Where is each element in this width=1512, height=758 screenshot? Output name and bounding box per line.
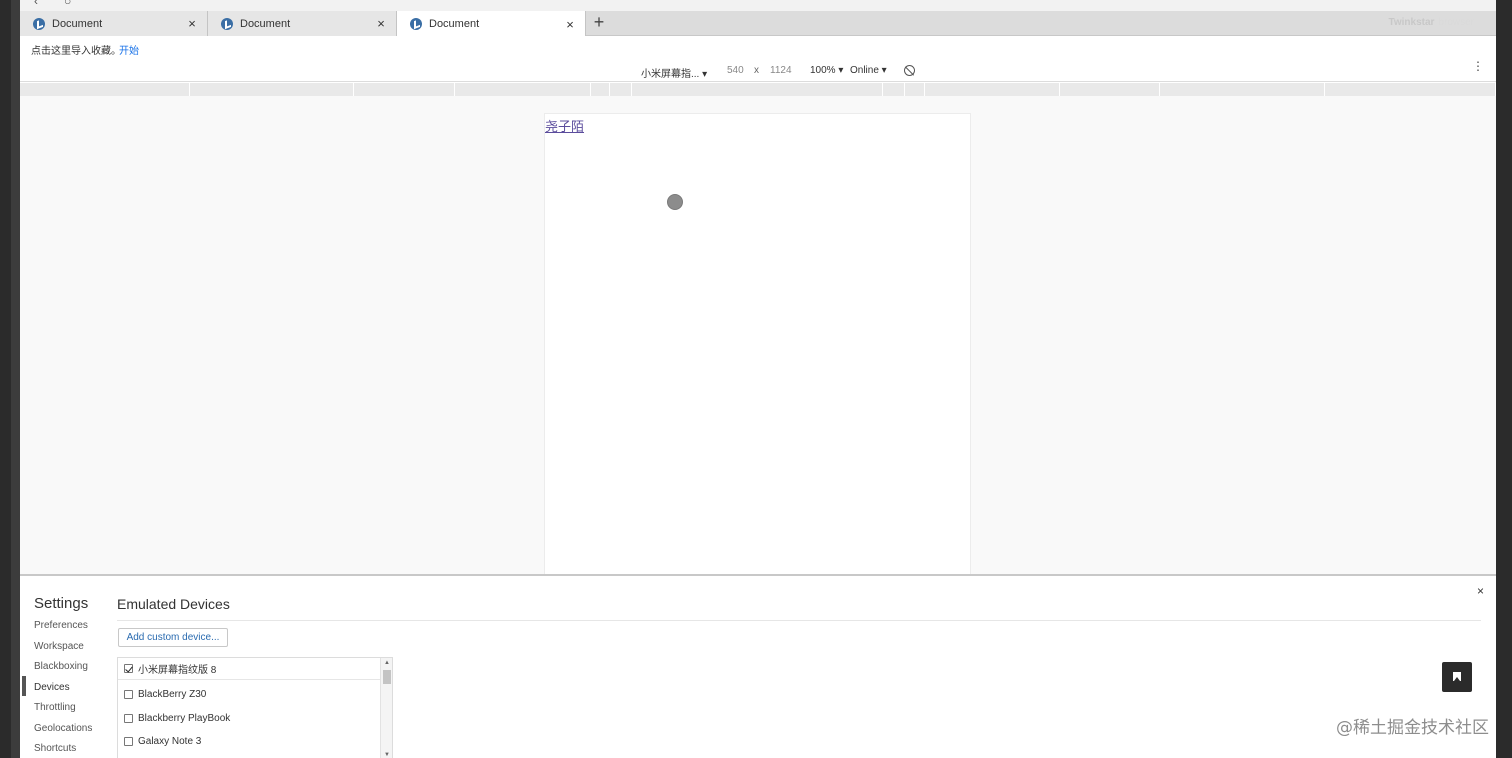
settings-panel: Settings Preferences Workspace Blackboxi… (20, 574, 1496, 758)
media-query-bar[interactable] (925, 83, 1060, 96)
nav-blackboxing[interactable]: Blackboxing (34, 661, 88, 672)
media-query-bar[interactable] (354, 83, 455, 96)
network-throttle-select[interactable]: Online ▾ (850, 65, 887, 76)
device-checkbox[interactable] (124, 689, 133, 699)
viewport-height-input[interactable]: 1124 (770, 65, 792, 76)
nav-geolocations[interactable]: Geolocations (34, 723, 92, 734)
emulated-viewport-area: 尧子陌 (20, 96, 1496, 574)
section-title: Emulated Devices (117, 596, 230, 612)
media-query-bar[interactable] (190, 83, 354, 96)
tab-title: Document (429, 18, 480, 30)
device-checkbox[interactable] (124, 713, 133, 723)
scroll-down-icon[interactable]: ▼ (384, 752, 390, 758)
media-query-bar[interactable] (591, 83, 610, 96)
tab-document-1[interactable]: Document × (20, 11, 208, 36)
viewport-width-input[interactable]: 540 (727, 65, 744, 76)
nav-shortcuts[interactable]: Shortcuts (34, 743, 76, 754)
tab-document-3[interactable]: Document × (397, 11, 586, 37)
device-screen: 尧子陌 (544, 113, 971, 574)
media-query-bar[interactable] (883, 83, 905, 96)
reload-icon[interactable]: ○ (64, 0, 71, 8)
window-right-edge (1496, 0, 1512, 758)
device-toolbar: 小米屏幕指... ▾ 540 x 1124 100% ▾ Online ▾ ⋮ (20, 60, 1496, 82)
watermark: @稀土掘金技术社区 (1336, 718, 1489, 738)
tab-strip: Document × Document × Document × + Twink… (20, 11, 1496, 37)
address-bar-clipped: ‹ ○ (20, 0, 1496, 11)
bookmark-glyph (1453, 672, 1461, 681)
device-name: Blackberry PlayBook (138, 712, 231, 724)
touch-cursor-icon (667, 194, 683, 210)
nav-devices[interactable]: Devices (34, 682, 70, 693)
device-checkbox[interactable] (124, 664, 133, 673)
close-tab-icon[interactable]: × (183, 16, 201, 31)
document-favicon-icon (33, 17, 45, 30)
media-query-bar[interactable] (1060, 83, 1160, 96)
edge-strip (11, 0, 20, 758)
document-favicon-icon (221, 17, 233, 30)
nav-selection-marker (22, 676, 26, 696)
import-start-link[interactable]: 开始 (119, 42, 139, 57)
device-name: 小米屏幕指纹版 8 (138, 665, 217, 676)
media-query-bar[interactable] (20, 83, 190, 96)
media-query-bar[interactable] (632, 83, 883, 96)
device-row[interactable]: Galaxy Note 3 (118, 730, 380, 752)
device-name: BlackBerry Z30 (138, 688, 207, 700)
nav-throttling[interactable]: Throttling (34, 702, 76, 713)
media-query-bar[interactable] (1160, 83, 1325, 96)
page-link[interactable]: 尧子陌 (545, 116, 584, 135)
device-name: Galaxy Note 3 (138, 735, 202, 747)
nav-workspace[interactable]: Workspace (34, 641, 84, 652)
dimension-separator: x (754, 65, 759, 76)
zoom-select[interactable]: 100% ▾ (810, 65, 843, 76)
media-query-bar[interactable] (610, 83, 632, 96)
device-row[interactable]: Blackberry PlayBook (118, 707, 380, 729)
brand-sub: browser (1438, 17, 1474, 28)
device-checkbox[interactable] (124, 736, 133, 746)
device-list: 小米屏幕指纹版 8 BlackBerry Z30 Blackberry Play… (117, 657, 393, 758)
device-row[interactable]: 小米屏幕指纹版 8 (118, 658, 380, 680)
section-divider (117, 620, 1481, 621)
media-query-bar[interactable] (905, 83, 925, 96)
browser-brand: Twinkstar browser (1388, 17, 1474, 28)
window-left-edge (0, 0, 20, 758)
scroll-up-icon[interactable]: ▲ (384, 660, 390, 666)
media-query-ruler (20, 83, 1496, 96)
close-settings-icon[interactable]: × (1477, 584, 1484, 598)
bookmark-bar: 点击这里导入收藏。 开始 (20, 36, 1496, 60)
more-options-icon[interactable]: ⋮ (1472, 60, 1484, 72)
tab-document-2[interactable]: Document × (208, 11, 397, 36)
media-query-bar[interactable] (455, 83, 591, 96)
tab-title: Document (52, 17, 103, 30)
new-tab-button[interactable]: + (586, 11, 612, 36)
bookmark-icon[interactable] (1442, 662, 1472, 692)
media-query-bar[interactable] (1325, 83, 1496, 96)
add-custom-device-button[interactable]: Add custom device... (118, 628, 228, 647)
device-list-scrollbar[interactable]: ▲ ▼ (380, 658, 392, 758)
device-select[interactable]: 小米屏幕指... ▾ (641, 65, 707, 80)
brand-name: Twinkstar (1388, 17, 1435, 28)
import-bookmarks-hint: 点击这里导入收藏。 (31, 46, 121, 57)
tab-title: Document (240, 17, 291, 30)
scrollbar-thumb[interactable] (383, 670, 391, 684)
back-icon[interactable]: ‹ (34, 0, 38, 8)
rotate-icon[interactable] (904, 65, 915, 76)
browser-window: ‹ ○ Document × Document × Document × + T… (20, 0, 1496, 758)
nav-preferences[interactable]: Preferences (34, 620, 88, 631)
close-tab-icon[interactable]: × (561, 17, 579, 32)
document-favicon-icon (410, 18, 422, 30)
settings-title: Settings (34, 595, 89, 612)
device-row[interactable]: BlackBerry Z30 (118, 683, 380, 705)
close-tab-icon[interactable]: × (372, 16, 390, 31)
